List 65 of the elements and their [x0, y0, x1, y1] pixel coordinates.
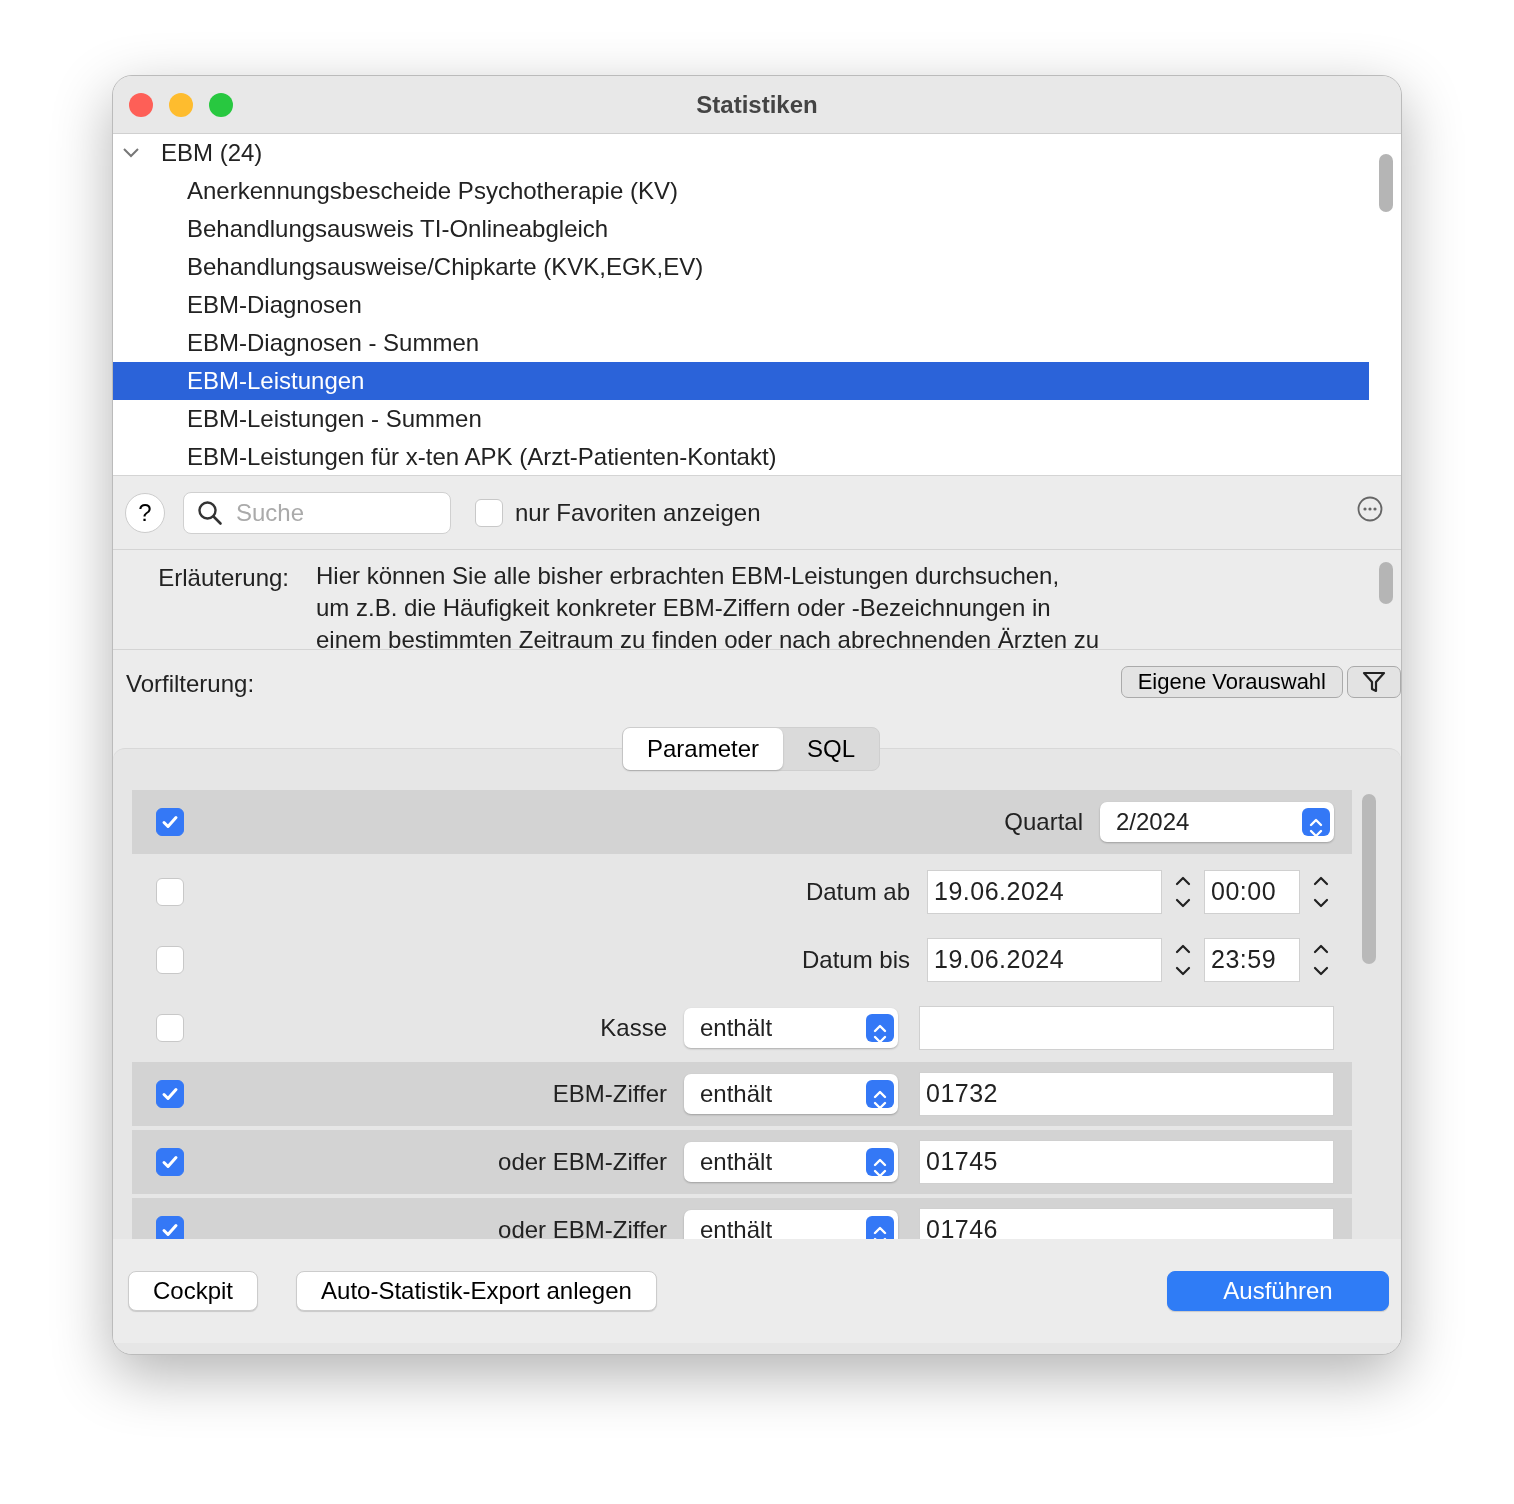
window-title: Statistiken: [696, 89, 818, 120]
help-button[interactable]: ?: [125, 492, 165, 533]
date-field[interactable]: 19.06.2024: [927, 938, 1162, 982]
checkbox[interactable]: [475, 498, 503, 527]
chevron-icon: [866, 1080, 894, 1108]
parameter-label: Kasse: [599, 1013, 668, 1043]
more-icon[interactable]: [1357, 495, 1383, 522]
parameter-label: Datum ab: [804, 877, 911, 907]
scrollbar-thumb[interactable]: [1379, 562, 1393, 604]
checkbox[interactable]: [156, 1014, 184, 1042]
tree-item[interactable]: EBM-Leistungen: [113, 362, 1369, 400]
explanation-text: um z.B. die Häufigkeit konkreter EBM-Ziffern oder -Bezeichnungen in: [316, 593, 1052, 623]
checkbox[interactable]: [156, 1216, 184, 1239]
value-field[interactable]: 01746: [919, 1208, 1334, 1239]
checkbox[interactable]: [156, 878, 184, 906]
dialog-button[interactable]: Cockpit: [128, 1271, 259, 1311]
parameter-label: Quartal: [1003, 807, 1084, 837]
tab[interactable]: SQL: [783, 728, 880, 770]
time-field[interactable]: 23:59: [1204, 938, 1300, 982]
chevron-icon: [866, 1148, 894, 1176]
tree-item[interactable]: Behandlungsausweis TI-Onlineabgleich: [113, 210, 1369, 248]
explanation-label: Erläuterung:: [157, 563, 289, 593]
prefilter-label: Vorfilterung:: [126, 669, 255, 699]
dropdown[interactable]: enthält: [684, 1074, 898, 1114]
value-field[interactable]: 01732: [919, 1072, 1334, 1116]
parameter-label: Datum bis: [800, 945, 911, 975]
date-field[interactable]: 19.06.2024: [927, 870, 1162, 914]
tab[interactable]: Parameter: [623, 728, 784, 770]
explanation-text: Hier können Sie alle bisher erbrachten EBM-Leistungen durchsuchen,: [316, 561, 1061, 591]
checkbox[interactable]: [156, 1148, 184, 1176]
parameter-label: oder EBM-Ziffer: [497, 1147, 668, 1177]
value-field[interactable]: [919, 1006, 1334, 1050]
chevron-icon: [866, 1216, 894, 1239]
tree-item[interactable]: EBM-Diagnosen: [113, 286, 1369, 324]
parameter-label: EBM-Ziffer: [551, 1079, 668, 1109]
checkbox[interactable]: [156, 1080, 184, 1108]
checkbox[interactable]: [156, 946, 184, 974]
tree-item[interactable]: EBM-Diagnosen - Summen: [113, 324, 1369, 362]
filter-button[interactable]: [1347, 666, 1401, 698]
tree-item[interactable]: EBM-Leistungen - Summen: [113, 400, 1369, 438]
dialog-button[interactable]: Auto-Statistik-Export anlegen: [296, 1271, 657, 1311]
filter-icon: [1362, 670, 1386, 694]
search-field[interactable]: Suche: [183, 491, 451, 534]
preselection-button[interactable]: Eigene Vorauswahl: [1120, 666, 1343, 698]
dropdown[interactable]: enthält: [684, 1008, 898, 1048]
chevron-icon: [1302, 808, 1330, 836]
time-field[interactable]: 00:00: [1204, 870, 1300, 914]
checkbox[interactable]: [156, 808, 184, 836]
favorites-label[interactable]: nur Favoriten anzeigen: [515, 494, 761, 531]
chevron-icon: [866, 1014, 894, 1042]
scrollbar-thumb[interactable]: [1362, 794, 1376, 964]
explanation-text: einem bestimmten Zeitraum zu finden oder nach abrechnenden Ärzten zu: [316, 625, 1101, 649]
tree-item[interactable]: EBM-Leistungen für x-ten APK (Arzt-Patienten-Kontakt): [113, 438, 1369, 475]
chevron-icon[interactable]: [123, 148, 139, 158]
tree-group-label[interactable]: EBM (24): [161, 135, 263, 171]
parameter-label: oder EBM-Ziffer: [497, 1215, 668, 1239]
scrollbar-thumb[interactable]: [1379, 154, 1393, 212]
value-field[interactable]: 01745: [919, 1140, 1334, 1184]
tree-item[interactable]: Anerkennungsbescheide Psychotherapie (KV): [113, 172, 1369, 210]
dropdown[interactable]: enthält: [684, 1210, 898, 1239]
close-button[interactable]: [129, 93, 153, 117]
dropdown[interactable]: 2/2024: [1100, 802, 1334, 842]
dropdown[interactable]: enthält: [684, 1142, 898, 1182]
run-button[interactable]: Ausführen: [1167, 1271, 1389, 1311]
tree-item[interactable]: Behandlungsausweise/Chipkarte (KVK,EGK,EV): [113, 248, 1369, 286]
